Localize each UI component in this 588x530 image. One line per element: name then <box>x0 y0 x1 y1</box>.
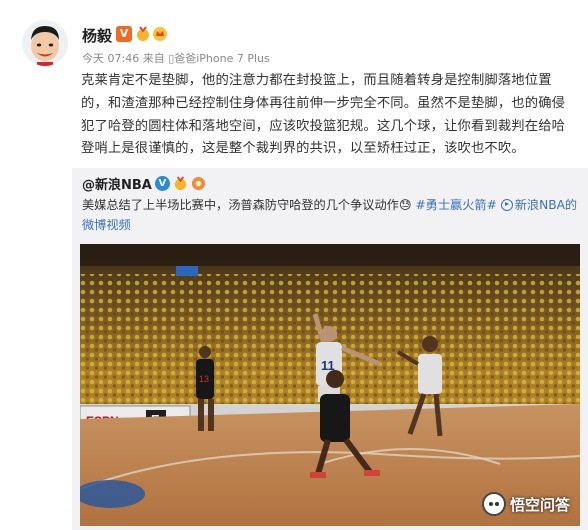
repost-text-main: 美媒总结了上半场比赛中，汤普森防守哈登的几个争议动作 <box>82 198 399 212</box>
repost-header: @新浪NBA V <box>82 174 206 193</box>
watermark-text: 悟空问答 <box>509 495 570 514</box>
wukong-logo-icon <box>481 492 506 516</box>
verified-blue-icon: V <box>154 176 170 191</box>
post-meta: 今天 07:46 来自 ▯爸爸iPhone 7 Plus <box>82 52 270 65</box>
medal-icon <box>137 26 149 41</box>
play-link-icon <box>500 199 513 211</box>
verified-badge-icon: V <box>116 26 132 42</box>
repost-card[interactable]: @新浪NBA V 美媒总结了上半场比赛中，汤普森防守哈登的几个争议动作😓 #勇士… <box>72 168 588 530</box>
avatar-cartoon-icon <box>22 20 68 66</box>
crown-badge-icon <box>153 27 167 41</box>
repost-username[interactable]: @新浪NBA <box>82 174 152 193</box>
sweat-emoji-icon: 😓 <box>398 198 412 212</box>
hashtag-link[interactable]: #勇士赢火箭# <box>415 198 496 212</box>
video-frame: ESPN E 13 <box>80 244 580 526</box>
repost-text: 美媒总结了上半场比赛中，汤普森防守哈登的几个争议动作😓 #勇士赢火箭# 新浪NB… <box>82 196 582 235</box>
user-avatar[interactable] <box>22 20 68 66</box>
post-username[interactable]: 杨毅 <box>82 25 112 46</box>
weibo-post: 杨毅 V 今天 07:46 来自 ▯爸爸iPhone 7 Plus 克莱肯定不是… <box>0 0 588 530</box>
post-content: 克莱肯定不是垫脚，他的注意力都在封投篮上，而且随着转身是控制脚落地位置的，和渣渣… <box>81 73 566 157</box>
video-player[interactable]: ESPN E 13 <box>80 244 580 526</box>
flower-badge-icon <box>191 176 205 191</box>
watermark: 悟空问答 <box>481 492 570 516</box>
gold-medal-icon <box>174 176 186 191</box>
